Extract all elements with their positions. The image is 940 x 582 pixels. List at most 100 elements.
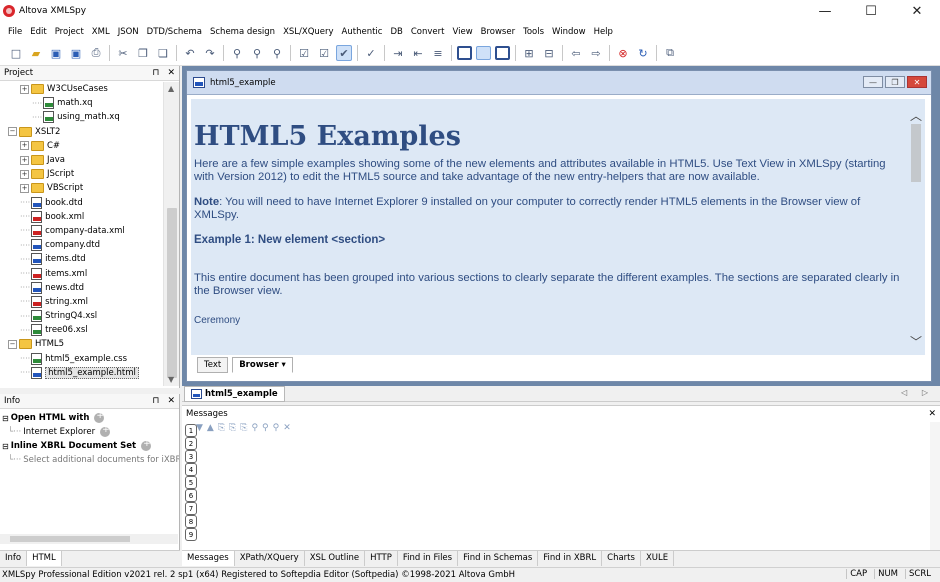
schema-view-icon[interactable]: [495, 46, 510, 60]
collapse-icon[interactable]: ⊟: [2, 442, 9, 451]
menu-window[interactable]: Window: [548, 27, 590, 37]
tab-messages[interactable]: Messages: [182, 551, 235, 566]
close-button[interactable]: ✕: [894, 0, 940, 22]
doc-restore-button[interactable]: ❐: [885, 76, 905, 88]
expand-icon[interactable]: +: [20, 183, 29, 193]
internet-explorer-row[interactable]: └··· Internet Explorer: [2, 425, 179, 439]
menu-xml[interactable]: XML: [88, 27, 114, 37]
xquery-icon[interactable]: ⊟: [541, 45, 557, 61]
validate-icon[interactable]: ☑: [296, 45, 312, 61]
tree-item[interactable]: + C#: [0, 139, 162, 153]
maximize-button[interactable]: ☐: [848, 0, 894, 22]
copy-icon[interactable]: ❐: [135, 45, 151, 61]
tree-item[interactable]: − XSLT2: [0, 125, 162, 139]
find-prev-icon[interactable]: ⚲: [273, 423, 280, 433]
message-tab-number[interactable]: 4: [185, 463, 197, 476]
message-tab-number[interactable]: 9: [185, 528, 197, 541]
chevron-down-icon[interactable]: ﹀: [910, 333, 922, 350]
tab-html5-example[interactable]: html5_example: [184, 385, 285, 402]
grid-view-icon[interactable]: [476, 46, 491, 60]
scrollbar-thumb[interactable]: [911, 124, 921, 182]
tab-find-in-schemas[interactable]: Find in Schemas: [458, 551, 539, 566]
add-icon[interactable]: [100, 425, 111, 437]
select-additional-row[interactable]: └··· Select additional documents for iXB…: [2, 453, 179, 467]
check-wellformed-icon[interactable]: ☑: [316, 45, 332, 61]
minimize-button[interactable]: —: [802, 0, 848, 22]
menu-dtd-schema[interactable]: DTD/Schema: [143, 27, 206, 37]
tree-item[interactable]: ···· book.xml: [0, 210, 162, 224]
forward-icon[interactable]: ⇨: [588, 45, 604, 61]
next-message-icon[interactable]: ▼: [196, 423, 203, 433]
tree-item[interactable]: ···· math.xq: [0, 96, 162, 110]
scrollbar-thumb[interactable]: [167, 208, 177, 378]
back-icon[interactable]: ⇦: [568, 45, 584, 61]
close-icon[interactable]: ✕: [167, 396, 175, 406]
save-icon[interactable]: ▣: [48, 45, 64, 61]
message-tab-number[interactable]: 8: [185, 515, 197, 528]
info-hscrollbar[interactable]: [0, 534, 178, 544]
stop-icon[interactable]: ⊗: [615, 45, 631, 61]
copy-selected-icon[interactable]: ⎘: [240, 423, 247, 433]
message-tab-number[interactable]: 7: [185, 502, 197, 515]
paste-icon[interactable]: ❏: [155, 45, 171, 61]
scroll-down-icon[interactable]: ▼: [168, 375, 174, 384]
message-tab-number[interactable]: 5: [185, 476, 197, 489]
menu-help[interactable]: Help: [590, 27, 617, 37]
expand-icon[interactable]: +: [20, 169, 29, 179]
window-icon[interactable]: ⧉: [662, 45, 678, 61]
tree-item[interactable]: ···· using_math.xq: [0, 110, 162, 124]
pin-icon[interactable]: ⊓: [152, 68, 159, 78]
find-next-icon[interactable]: ⚲: [262, 423, 269, 433]
message-tab-number[interactable]: 1: [185, 424, 197, 437]
prev-message-icon[interactable]: ▲: [207, 423, 214, 433]
indent-icon[interactable]: ⇥: [390, 45, 406, 61]
tab-http[interactable]: HTTP: [365, 551, 398, 566]
menu-json[interactable]: JSON: [114, 27, 143, 37]
tree-item[interactable]: + JScript: [0, 167, 162, 181]
tab-html[interactable]: HTML: [27, 551, 62, 566]
xslt-icon[interactable]: ⊞: [521, 45, 537, 61]
menu-view[interactable]: View: [448, 27, 476, 37]
tree-item[interactable]: + W3CUseCases: [0, 82, 162, 96]
tab-text-view[interactable]: Text: [197, 357, 229, 373]
menu-file[interactable]: File: [4, 27, 26, 37]
messages-scrollbar[interactable]: [930, 422, 940, 550]
copy-message-icon[interactable]: ⎘: [218, 423, 225, 433]
tree-item[interactable]: ···· html5_example.html: [0, 366, 162, 380]
tab-xule[interactable]: XULE: [641, 551, 675, 566]
menu-browser[interactable]: Browser: [477, 27, 519, 37]
message-tab-number[interactable]: 2: [185, 437, 197, 450]
find-icon[interactable]: ⚲: [229, 45, 245, 61]
tree-item[interactable]: ···· StringQ4.xsl: [0, 309, 162, 323]
new-icon[interactable]: □: [8, 45, 24, 61]
expand-icon[interactable]: +: [20, 84, 29, 94]
tree-item[interactable]: + Java: [0, 153, 162, 167]
tree-item[interactable]: ···· items.xml: [0, 266, 162, 280]
menu-tools[interactable]: Tools: [519, 27, 548, 37]
tab-xsl-outline[interactable]: XSL Outline: [305, 551, 366, 566]
tree-item[interactable]: ···· company.dtd: [0, 238, 162, 252]
add-icon[interactable]: [141, 439, 152, 451]
scrollbar-thumb[interactable]: [10, 536, 130, 542]
tab-info[interactable]: Info: [0, 551, 28, 566]
tab-charts[interactable]: Charts: [602, 551, 641, 566]
print-icon[interactable]: ⎙: [88, 45, 104, 61]
undo-icon[interactable]: ↶: [182, 45, 198, 61]
menu-convert[interactable]: Convert: [407, 27, 449, 37]
redo-icon[interactable]: ↷: [202, 45, 218, 61]
tab-find-in-files[interactable]: Find in Files: [398, 551, 459, 566]
doc-minimize-button[interactable]: —: [863, 76, 883, 88]
save-all-icon[interactable]: ▣: [68, 45, 84, 61]
tab-xpath-xquery[interactable]: XPath/XQuery: [235, 551, 305, 566]
message-tab-number[interactable]: 6: [185, 489, 197, 502]
tab-nav-arrows[interactable]: ◁ ▷: [901, 388, 934, 397]
menu-authentic[interactable]: Authentic: [338, 27, 387, 37]
scroll-up-icon[interactable]: ▲: [168, 84, 174, 93]
pin-icon[interactable]: ⊓: [152, 396, 159, 406]
cut-icon[interactable]: ✂: [115, 45, 131, 61]
browser-scrollbar[interactable]: ︿ ﹀: [907, 99, 925, 355]
find-next-icon[interactable]: ⚲: [249, 45, 265, 61]
close-icon[interactable]: ✕: [928, 409, 936, 419]
tree-item[interactable]: ···· html5_example.css: [0, 352, 162, 366]
collapse-icon[interactable]: ⊟: [2, 414, 9, 423]
